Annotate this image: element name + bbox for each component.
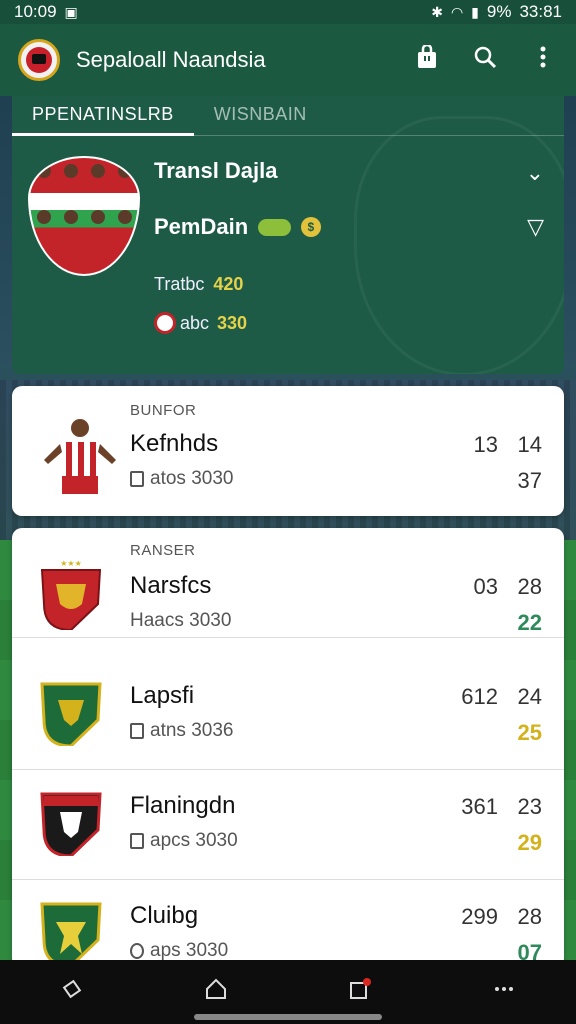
team-name: Kefnhds bbox=[130, 430, 219, 457]
more-vert-icon[interactable] bbox=[528, 45, 558, 75]
gesture-pill[interactable] bbox=[194, 1014, 382, 1020]
section-card-forward: BUNFOR Kefnhds atos 3030 13 14 37 bbox=[12, 386, 564, 516]
status-badge bbox=[258, 218, 291, 236]
score-2: 28 bbox=[517, 574, 542, 599]
team-name: Flaningdn bbox=[130, 792, 236, 819]
team-subtitle: apcs 3030 bbox=[130, 830, 238, 852]
tab-secondary[interactable]: WISNBAIN bbox=[194, 96, 327, 135]
hero-stat-2: abc 330 bbox=[154, 312, 247, 334]
score-1: 299 bbox=[461, 904, 498, 929]
player-icon bbox=[44, 419, 116, 494]
score-3: 25 bbox=[517, 720, 542, 745]
hero-subtitle-row: PemDain $ bbox=[154, 214, 321, 240]
hero-stat-2-value: 330 bbox=[217, 312, 248, 333]
bag-icon[interactable] bbox=[412, 43, 442, 75]
score-2: 28 bbox=[517, 904, 542, 929]
hero-stat-2-label: abc bbox=[180, 312, 210, 333]
section-card-ranger: RANSER ★★★ Narsfcs Haacs 3030 03 28 22 L… bbox=[12, 528, 564, 968]
coin-icon: $ bbox=[300, 217, 321, 237]
app-title: Sepaloall Naandsia bbox=[76, 47, 266, 72]
score-1: 03 bbox=[473, 574, 498, 599]
team-name: Lapsfi bbox=[130, 682, 195, 709]
score-2: 24 bbox=[517, 684, 542, 709]
wifi-icon: ◠ bbox=[450, 3, 464, 20]
team-subtitle: Haacs 3030 bbox=[130, 610, 231, 632]
search-icon[interactable] bbox=[470, 45, 500, 75]
featured-team-card[interactable]: PPENATINSLRB WISNBAIN Transl Dajla PemDa… bbox=[12, 96, 564, 374]
more-horiz-icon[interactable] bbox=[492, 977, 516, 1008]
team-crest-icon bbox=[40, 682, 102, 746]
image-icon: ▣ bbox=[64, 3, 78, 20]
calendar-icon bbox=[130, 723, 144, 739]
list-item[interactable]: Lapsfi atns 3036 612 24 25 bbox=[12, 660, 564, 770]
score-1: 13 bbox=[473, 432, 498, 457]
list-item[interactable]: ★★★ Narsfcs Haacs 3030 03 28 22 bbox=[12, 528, 564, 638]
hero-stat-1: Tratbc 420 bbox=[154, 274, 243, 295]
list-item[interactable]: Kefnhds atos 3030 13 14 37 bbox=[12, 386, 564, 496]
back-icon[interactable] bbox=[60, 977, 84, 1008]
calendar-icon bbox=[130, 833, 144, 849]
chevron-down-icon[interactable]: ⌄ bbox=[526, 160, 544, 186]
team-subtitle: atos 3030 bbox=[130, 468, 233, 490]
squad-photo bbox=[28, 156, 140, 276]
hero-team-name: Transl Dajla bbox=[154, 158, 278, 183]
score-1: 612 bbox=[461, 684, 498, 709]
team-crest-icon: ★★★ bbox=[40, 560, 102, 630]
bluetooth-icon: ✱ bbox=[431, 3, 443, 20]
team-subtitle-text: Haacs 3030 bbox=[130, 610, 232, 631]
list-item[interactable]: Cluibg aps 3030 299 28 07 bbox=[12, 880, 564, 968]
club-badge-icon bbox=[154, 312, 176, 334]
signal-icon: ▮ bbox=[471, 3, 479, 20]
score-3: 37 bbox=[517, 468, 542, 493]
team-name: Cluibg bbox=[130, 902, 199, 929]
hero-stat-1-label: Tratbc bbox=[154, 274, 205, 294]
app-bar: Sepaloall Naandsia bbox=[0, 24, 576, 96]
score-2: 14 bbox=[517, 432, 542, 457]
team-subtitle: aps 3030 bbox=[130, 940, 228, 962]
team-subtitle: atns 3036 bbox=[130, 720, 233, 742]
triangle-down-icon[interactable]: ▽ bbox=[527, 214, 544, 240]
notifications-icon[interactable] bbox=[348, 977, 372, 1008]
team-subtitle-text: apcs 3030 bbox=[150, 830, 238, 851]
hero-subtitle: PemDain bbox=[154, 214, 249, 239]
score-2: 23 bbox=[517, 794, 542, 819]
score-3: 22 bbox=[517, 610, 542, 635]
calendar-icon bbox=[130, 471, 144, 487]
status-right-time: 33:81 bbox=[519, 2, 562, 21]
clock-icon bbox=[130, 943, 144, 959]
status-time: 10:09 bbox=[14, 2, 57, 21]
team-crest-icon bbox=[40, 792, 102, 856]
score-1: 361 bbox=[461, 794, 498, 819]
svg-text:★★★: ★★★ bbox=[60, 560, 82, 568]
tab-primary[interactable]: PPENATINSLRB bbox=[12, 96, 194, 136]
hero-stat-1-value: 420 bbox=[213, 274, 244, 294]
app-logo[interactable] bbox=[18, 39, 60, 81]
home-icon[interactable] bbox=[204, 977, 228, 1008]
team-subtitle-text: atns 3036 bbox=[150, 720, 234, 741]
score-3: 29 bbox=[517, 830, 542, 855]
team-name: Narsfcs bbox=[130, 572, 212, 599]
crest-watermark bbox=[354, 116, 564, 374]
battery-percent: 9% bbox=[486, 2, 512, 21]
team-crest-icon bbox=[40, 902, 102, 966]
list-item[interactable]: Flaningdn apcs 3030 361 23 29 bbox=[12, 770, 564, 880]
team-subtitle-text: atos 3030 bbox=[150, 468, 234, 489]
team-subtitle-text: aps 3030 bbox=[150, 940, 229, 961]
status-bar: 10:09 ▣ ✱ ◠ ▮ 9% 33:81 bbox=[0, 0, 576, 24]
